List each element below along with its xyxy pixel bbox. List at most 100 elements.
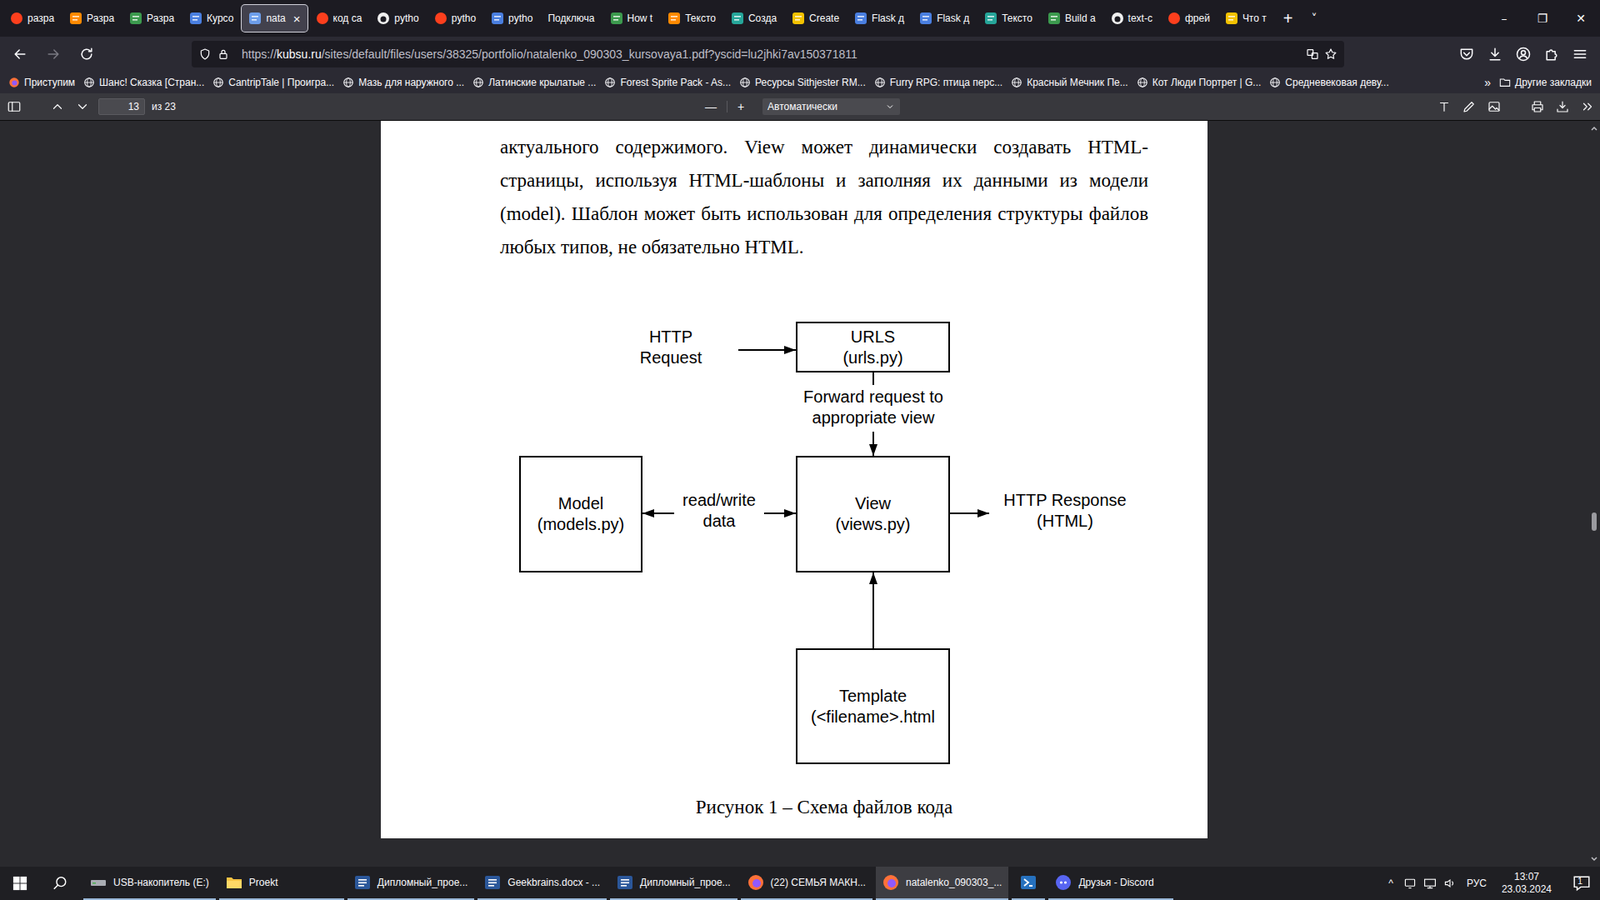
bookmark-item[interactable]: Мазь для наружного ...: [339, 75, 468, 90]
firefox-icon: [882, 874, 900, 891]
scroll-down-icon[interactable]: [1590, 855, 1599, 864]
globe-icon: [1136, 76, 1149, 89]
window-control-button[interactable]: ❐: [1523, 0, 1562, 37]
chevron-down-icon[interactable]: [71, 95, 94, 118]
bookmark-item[interactable]: Ресурсы Sithjester RM...: [735, 75, 870, 90]
browser-tab[interactable]: Разра: [62, 5, 121, 32]
text-tool-icon[interactable]: [1433, 95, 1455, 118]
scroll-thumb[interactable]: [1591, 512, 1597, 531]
browser-tab[interactable]: Разра: [122, 5, 181, 32]
bookmark-item[interactable]: Шанс! Сказка [Стран...: [80, 75, 208, 90]
clock[interactable]: 13:07 23.03.2024: [1496, 870, 1557, 896]
bookmark-item[interactable]: Forest Sprite Pack - As...: [600, 75, 735, 90]
bookmark-item[interactable]: Кот Люди Портрет | G...: [1133, 75, 1265, 90]
browser-tab[interactable]: How t: [603, 5, 660, 32]
taskbar-item[interactable]: natalenko_090303_...: [875, 866, 1009, 900]
volume-icon[interactable]: [1443, 876, 1457, 890]
taskbar-item[interactable]: Proekt: [219, 866, 345, 900]
tray-overflow-button[interactable]: ^: [1385, 877, 1397, 890]
reload-icon[interactable]: [73, 40, 100, 68]
bookmark-item[interactable]: Furry RPG: птица перс...: [870, 75, 1006, 90]
browser-tab[interactable]: Create: [785, 5, 846, 32]
new-tab-button[interactable]: +: [1275, 7, 1302, 30]
back-arrow-icon[interactable]: [6, 40, 34, 68]
more-tools-icon[interactable]: [1576, 95, 1599, 118]
separator: [726, 100, 728, 113]
zoom-in-button[interactable]: +: [732, 100, 750, 114]
github-icon: [376, 11, 390, 25]
browser-tab[interactable]: код са: [309, 5, 370, 32]
pocket-icon[interactable]: [1453, 40, 1480, 68]
page-number-input[interactable]: 13: [98, 98, 145, 115]
browser-tab[interactable]: Flask д: [912, 5, 976, 32]
shield-icon[interactable]: [198, 47, 212, 61]
save-icon[interactable]: [1551, 95, 1574, 118]
label-text: appropriate view: [803, 407, 944, 429]
bookmark-item[interactable]: Красный Мечник Пе...: [1007, 75, 1132, 90]
image-icon[interactable]: [1483, 95, 1505, 118]
language-indicator[interactable]: РУС: [1463, 877, 1490, 890]
menu-icon[interactable]: [1566, 40, 1594, 68]
account-icon[interactable]: [1510, 40, 1537, 68]
box-text: (urls.py): [842, 347, 903, 369]
bookmark-item[interactable]: Средневековая деву...: [1265, 75, 1392, 90]
browser-tab[interactable]: Тексто: [977, 5, 1040, 32]
browser-tab[interactable]: Тексто: [660, 5, 723, 32]
browser-tab[interactable]: Курсо: [182, 5, 240, 32]
lock-icon[interactable]: [216, 47, 230, 61]
zoom-controls: — + Автоматически: [700, 98, 900, 115]
close-tab-button[interactable]: ×: [293, 11, 301, 26]
other-bookmarks-folder[interactable]: Другие закладки: [1495, 75, 1595, 90]
bookmark-item[interactable]: CantripTale | Проигра...: [209, 75, 338, 90]
browser-tab[interactable]: text-c: [1104, 5, 1160, 32]
bookmark-label: Красный Мечник Пе...: [1026, 76, 1129, 89]
taskbar-item[interactable]: (22) СЕМЬЯ МАКН...: [740, 866, 873, 900]
start-button[interactable]: [0, 866, 40, 900]
print-icon[interactable]: [1526, 95, 1549, 118]
network-icon[interactable]: [1423, 876, 1437, 890]
zoom-out-button[interactable]: —: [700, 100, 722, 114]
list-tabs-button[interactable]: ˅: [1302, 10, 1325, 27]
bookmark-item[interactable]: Приступим: [5, 75, 79, 90]
download-icon[interactable]: [1481, 40, 1509, 68]
browser-tab[interactable]: фрей: [1160, 5, 1217, 32]
taskbar-item[interactable]: Друзья - Discord: [1048, 866, 1174, 900]
browser-tab[interactable]: pytho: [484, 5, 540, 32]
chevron-up-icon[interactable]: [46, 95, 69, 118]
extensions-icon[interactable]: [1538, 40, 1565, 68]
scroll-up-icon[interactable]: [1590, 124, 1599, 133]
bookmark-item[interactable]: Латинские крылатые ...: [469, 75, 600, 90]
browser-tab[interactable]: Подключа: [540, 5, 601, 32]
browser-tab[interactable]: nata ×: [241, 5, 307, 32]
forward-arrow-icon[interactable]: [40, 40, 67, 68]
star-icon[interactable]: [1324, 47, 1338, 61]
taskbar-item[interactable]: [1011, 866, 1045, 900]
scrollbar[interactable]: [1588, 120, 1600, 867]
pdf-viewport: актуального содержимого. View может дина…: [0, 120, 1589, 867]
browser-tab[interactable]: разра: [3, 5, 61, 32]
more-bookmarks-button[interactable]: »: [1479, 75, 1496, 90]
notification-button[interactable]: 1: [1563, 866, 1600, 900]
sidebar-toggle-icon[interactable]: [3, 95, 25, 118]
browser-tab[interactable]: Build a: [1040, 5, 1103, 32]
address-field[interactable]: https://kubsu.ru/sites/default/files/use…: [191, 40, 1345, 68]
tab-label: Курсо: [206, 12, 234, 25]
pen-icon[interactable]: [1458, 95, 1480, 118]
translate-icon[interactable]: [1305, 47, 1320, 61]
window-control-button[interactable]: –: [1485, 0, 1524, 37]
browser-tab[interactable]: Flask д: [847, 5, 911, 32]
taskbar-item[interactable]: Дипломный_прое...: [347, 866, 475, 900]
tablet-icon[interactable]: [1403, 876, 1417, 890]
folder-icon: [225, 874, 243, 891]
browser-tab[interactable]: pytho: [427, 5, 483, 32]
taskbar-item[interactable]: Geekbrains.docx - ...: [477, 866, 607, 900]
taskbar-item[interactable]: Дипломный_прое...: [610, 866, 738, 900]
zoom-select[interactable]: Автоматически: [762, 98, 900, 115]
search-button[interactable]: [40, 866, 80, 900]
window-control-button[interactable]: ✕: [1561, 0, 1600, 37]
browser-tab[interactable]: Что т: [1218, 5, 1274, 32]
browser-tab[interactable]: Созда: [724, 5, 784, 32]
taskbar-item[interactable]: USB-накопитель (E:): [83, 866, 216, 900]
browser-tab[interactable]: pytho: [370, 5, 425, 32]
taskbar: USB-накопитель (E:) Proekt Дипломный_про…: [0, 866, 1600, 900]
